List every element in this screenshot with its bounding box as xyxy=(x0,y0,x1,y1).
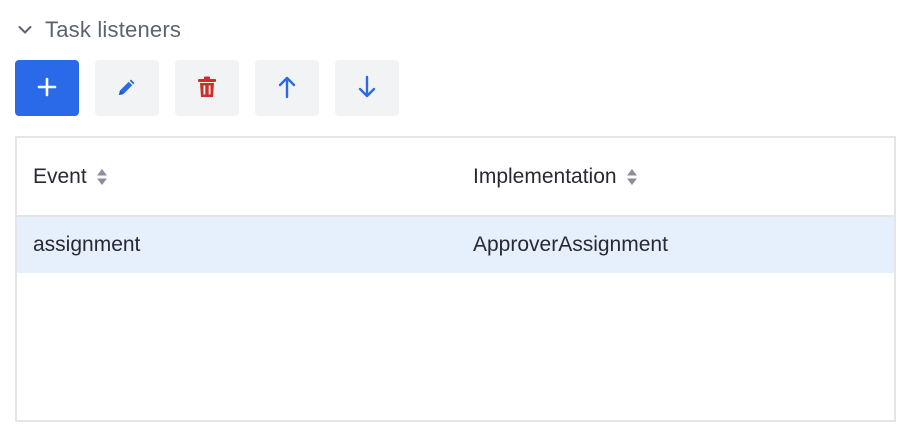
task-listeners-panel: Task listeners Event Implementation assi… xyxy=(0,0,920,434)
delete-button[interactable] xyxy=(175,60,239,116)
sort-icon[interactable] xyxy=(626,167,638,187)
pencil-icon xyxy=(115,75,139,102)
trash-icon xyxy=(196,75,218,102)
chevron-down-icon[interactable] xyxy=(16,21,34,39)
sort-icon[interactable] xyxy=(96,167,108,187)
arrow-up-icon xyxy=(277,75,297,102)
toolbar xyxy=(15,60,399,116)
table-header: Event Implementation xyxy=(17,138,894,217)
edit-button[interactable] xyxy=(95,60,159,116)
move-down-button[interactable] xyxy=(335,60,399,116)
column-header-implementation[interactable]: Implementation xyxy=(473,138,638,215)
column-label: Implementation xyxy=(473,164,617,188)
add-button[interactable] xyxy=(15,60,79,116)
plus-icon xyxy=(37,77,57,100)
section-toggle[interactable]: Task listeners xyxy=(16,14,181,46)
listeners-table: Event Implementation assignment Approver… xyxy=(15,136,896,422)
section-title: Task listeners xyxy=(45,17,182,42)
column-header-event[interactable]: Event xyxy=(33,138,108,215)
cell-implementation: ApproverAssignment xyxy=(473,233,668,256)
arrow-down-icon xyxy=(357,75,377,102)
cell-event: assignment xyxy=(33,233,141,256)
column-label: Event xyxy=(33,164,87,188)
table-row[interactable]: assignment ApproverAssignment xyxy=(17,217,894,273)
move-up-button[interactable] xyxy=(255,60,319,116)
